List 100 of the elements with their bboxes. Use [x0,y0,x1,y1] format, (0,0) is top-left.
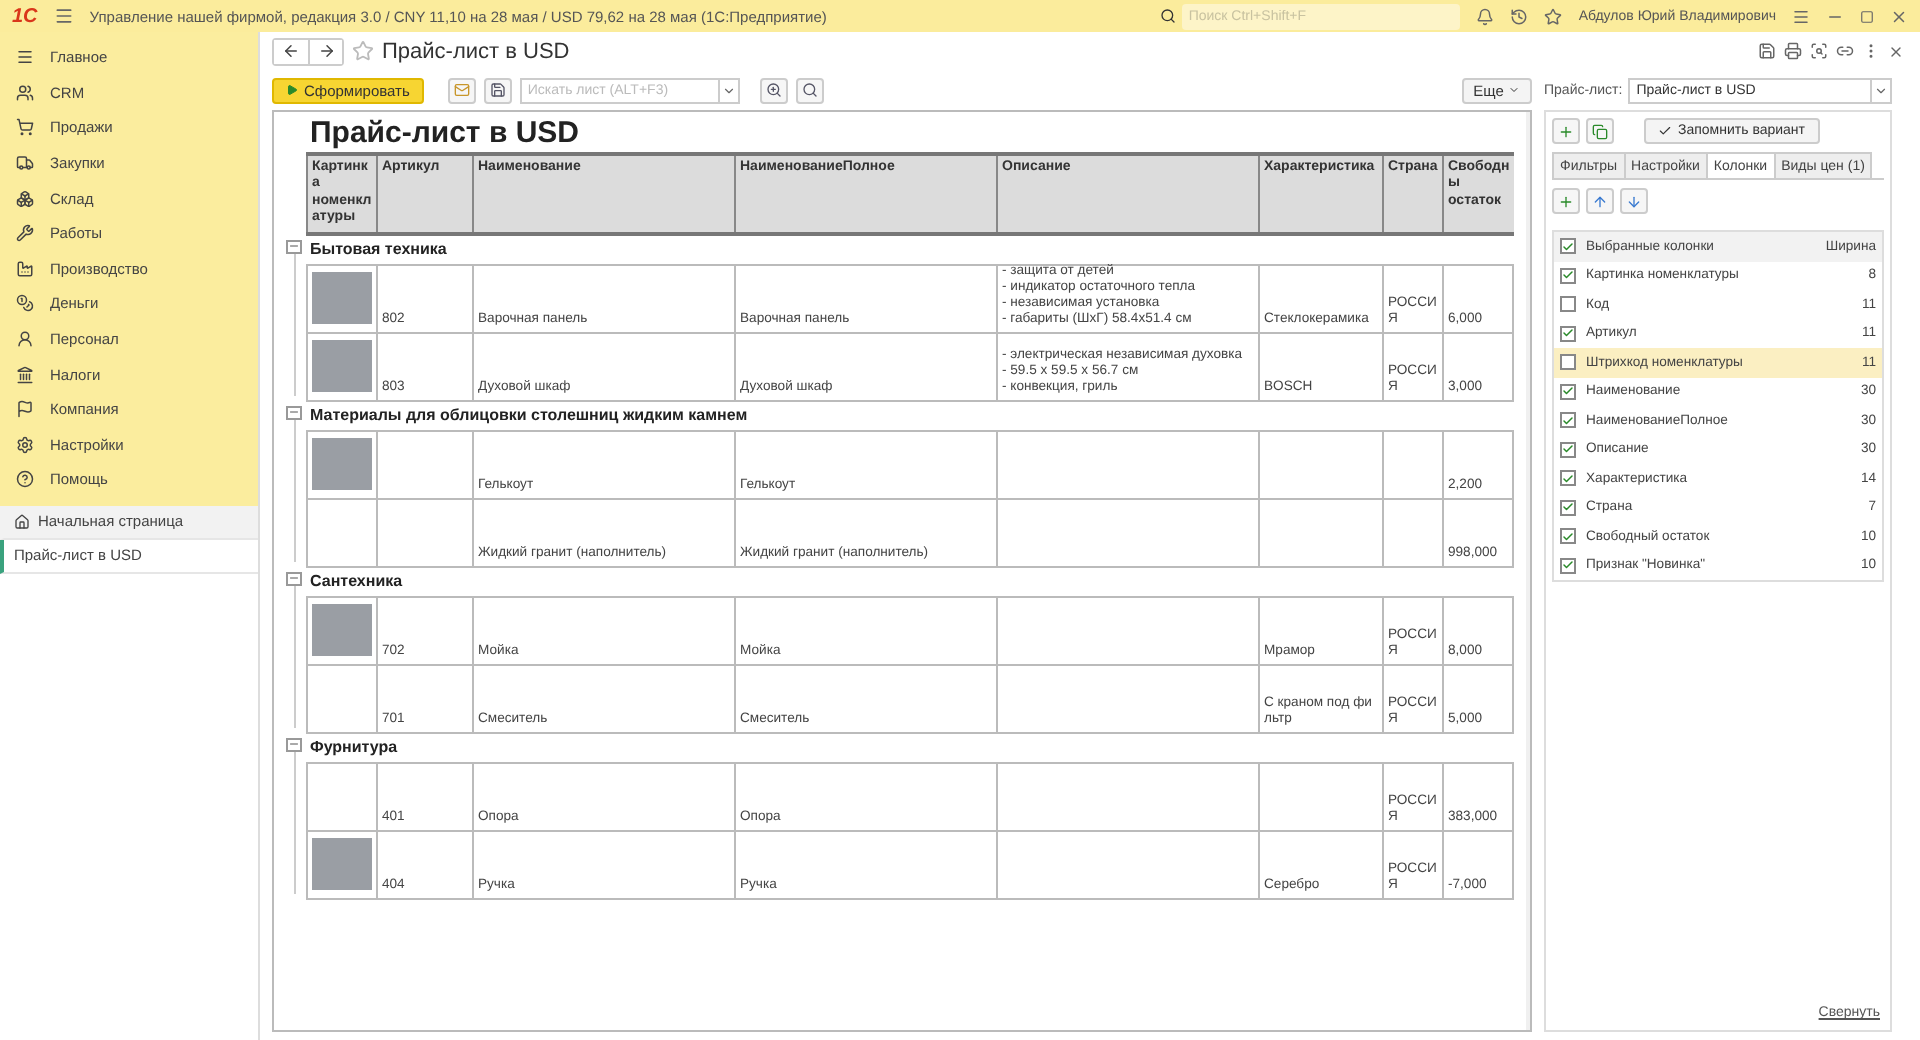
move-up-button[interactable] [1586,188,1614,214]
save-icon [489,82,506,98]
minus-icon [288,572,300,585]
forward-button[interactable] [308,39,342,63]
close-icon [1890,7,1908,25]
menu-icon [53,6,74,26]
arrow-up-icon [1592,193,1608,209]
section-icon [16,365,34,384]
table-cell [1258,761,1382,830]
home-icon [14,513,30,530]
photo-placeholder [312,604,372,657]
collapse-toggle[interactable] [286,737,302,752]
close-form-button[interactable] [1888,43,1904,59]
close-button[interactable] [1890,7,1908,25]
section-icon [16,189,34,208]
mail-icon [453,82,470,98]
search-icon [765,82,782,98]
printer-icon [1784,42,1802,60]
collapse-toggle[interactable] [286,571,302,586]
restore-icon [1860,9,1874,23]
add-column-button[interactable] [1552,188,1580,214]
dropdown-icon [1874,83,1888,97]
photo-placeholder [312,272,372,325]
dropdown-button[interactable] [1872,77,1892,103]
history-icon [1510,7,1529,25]
preview-icon [1810,42,1828,60]
dropdown-button[interactable] [719,77,740,103]
group-title: Материалы для облицовки столешниц жидким камнем [308,403,750,428]
move-down-button[interactable] [1620,188,1648,214]
checkbox[interactable] [1560,557,1576,574]
settings-menu-button[interactable] [1792,7,1810,25]
bell-icon [1476,7,1495,25]
checkbox[interactable] [1560,267,1576,284]
checkbox[interactable] [1560,383,1576,400]
plus-icon [1558,123,1574,139]
dropdown-icon [721,83,736,97]
photo-placeholder [312,838,372,891]
preview-button[interactable] [1810,42,1828,60]
link-icon [1836,42,1854,60]
group-title: Фурнитура [308,735,400,760]
add-button[interactable] [1552,118,1580,144]
play-icon [286,84,298,96]
checkbox[interactable] [1560,499,1576,516]
menu-button[interactable] [53,6,74,26]
section-icon [16,83,34,102]
report-title: Прайс-лист в USD [308,116,582,152]
section-icon [16,294,34,313]
checkbox[interactable] [1560,441,1576,458]
link-button[interactable] [1836,42,1854,60]
search-icon [1160,8,1177,24]
star-icon [1544,7,1563,25]
section-icon [16,470,34,489]
minus-icon [288,240,300,253]
section-icon [16,330,34,349]
restore-button[interactable] [1860,9,1874,23]
section-icon [16,435,34,454]
checkbox[interactable] [1560,354,1576,371]
checkbox[interactable] [1560,412,1576,429]
minus-icon [288,738,300,751]
section-icon [16,400,34,419]
save-report-button[interactable] [483,77,512,103]
section-icon [16,48,34,67]
collapse-toggle[interactable] [286,239,302,254]
group-title: Бытовая техника [308,237,449,262]
checkbox[interactable] [1560,528,1576,545]
section-icon [16,118,34,137]
caret-icon [1508,83,1520,95]
find-button[interactable] [759,77,788,103]
copy-button[interactable] [1586,118,1614,144]
save-icon [1758,42,1776,60]
favorites-button[interactable] [1544,7,1563,25]
arrow-right-icon [317,42,335,60]
checkbox[interactable] [1560,470,1576,487]
photo-placeholder [312,340,372,393]
search-icon [801,82,818,98]
checkbox[interactable] [1560,238,1576,255]
minus-icon [288,406,300,419]
arrow-down-icon [1626,193,1642,209]
plus-icon [1558,193,1574,209]
save-button[interactable] [1758,42,1776,60]
notifications-button[interactable] [1476,7,1495,25]
print-button[interactable] [1784,42,1802,60]
checkbox[interactable] [1560,296,1576,313]
find-next-button[interactable] [795,77,824,103]
history-button[interactable] [1510,7,1529,25]
star-icon [352,40,374,62]
table-cell [1258,429,1382,498]
section-icon [16,224,34,243]
group-title: Сантехника [308,569,405,594]
collapse-toggle[interactable] [286,405,302,420]
section-icon [16,259,34,278]
photo-placeholder [312,438,372,491]
section-icon [16,154,34,173]
arrow-left-icon [282,42,300,60]
close-icon [1888,43,1904,59]
table-cell [1382,429,1442,498]
menu-icon [1792,7,1810,25]
check-icon [1658,124,1672,138]
checkbox[interactable] [1560,325,1576,342]
form-title: Прайс-лист в USD [382,39,572,63]
